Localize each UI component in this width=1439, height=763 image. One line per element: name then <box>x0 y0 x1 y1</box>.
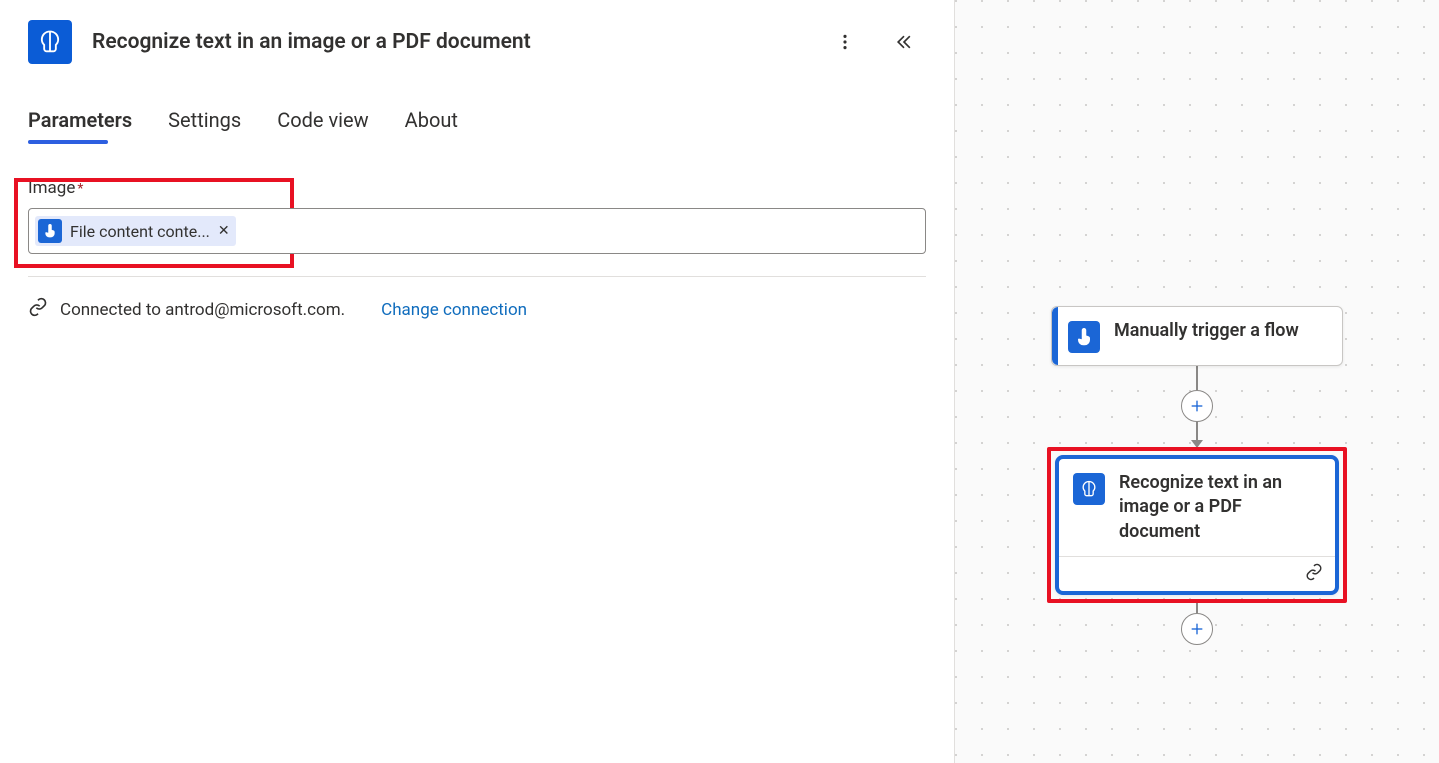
plus-icon <box>1189 398 1205 414</box>
highlight-box-node: Recognize text in an image or a PDF docu… <box>1047 447 1347 603</box>
tab-bar: Parameters Settings Code view About <box>28 108 926 142</box>
dynamic-content-token[interactable]: File content conte... ✕ <box>35 216 236 246</box>
panel-header: Recognize text in an image or a PDF docu… <box>28 20 926 64</box>
token-text: File content conte... <box>70 222 210 241</box>
details-panel: Recognize text in an image or a PDF docu… <box>0 0 955 763</box>
tab-code-view[interactable]: Code view <box>277 108 368 142</box>
add-step-button[interactable] <box>1181 613 1213 645</box>
tab-about[interactable]: About <box>405 108 458 142</box>
flow-canvas[interactable]: Manually trigger a flow <box>955 0 1439 763</box>
edge <box>1196 366 1198 390</box>
plus-icon <box>1189 621 1205 637</box>
edge <box>1196 603 1198 613</box>
touch-icon <box>1068 321 1100 353</box>
edge <box>1196 422 1198 440</box>
connector-icon <box>28 20 72 64</box>
link-icon <box>1305 563 1323 585</box>
touch-icon <box>38 219 62 243</box>
flow-node-trigger[interactable]: Manually trigger a flow <box>1051 306 1343 366</box>
tab-settings[interactable]: Settings <box>168 108 241 142</box>
collapse-panel-button[interactable] <box>890 28 918 56</box>
image-field-group: Image* File content conte... ✕ <box>28 176 926 254</box>
ai-builder-icon <box>1073 473 1105 505</box>
add-step-button[interactable] <box>1181 390 1213 422</box>
image-token-input[interactable]: File content conte... ✕ <box>28 208 926 254</box>
connection-status-text: Connected to antrod@microsoft.com. <box>60 300 345 320</box>
node-title: Manually trigger a flow <box>1114 319 1299 343</box>
node-title: Recognize text in an image or a PDF docu… <box>1119 471 1321 544</box>
token-remove-button[interactable]: ✕ <box>218 223 230 239</box>
more-menu-button[interactable] <box>832 29 858 55</box>
more-vertical-icon <box>836 33 854 51</box>
tab-parameters[interactable]: Parameters <box>28 108 132 142</box>
panel-title: Recognize text in an image or a PDF docu… <box>92 30 832 54</box>
connection-row: Connected to antrod@microsoft.com. Chang… <box>28 297 926 322</box>
divider <box>28 276 926 277</box>
flow-node-recognize-text[interactable]: Recognize text in an image or a PDF docu… <box>1055 455 1339 595</box>
change-connection-link[interactable]: Change connection <box>381 300 527 320</box>
chevron-double-left-icon <box>894 32 914 52</box>
link-icon <box>28 297 48 322</box>
